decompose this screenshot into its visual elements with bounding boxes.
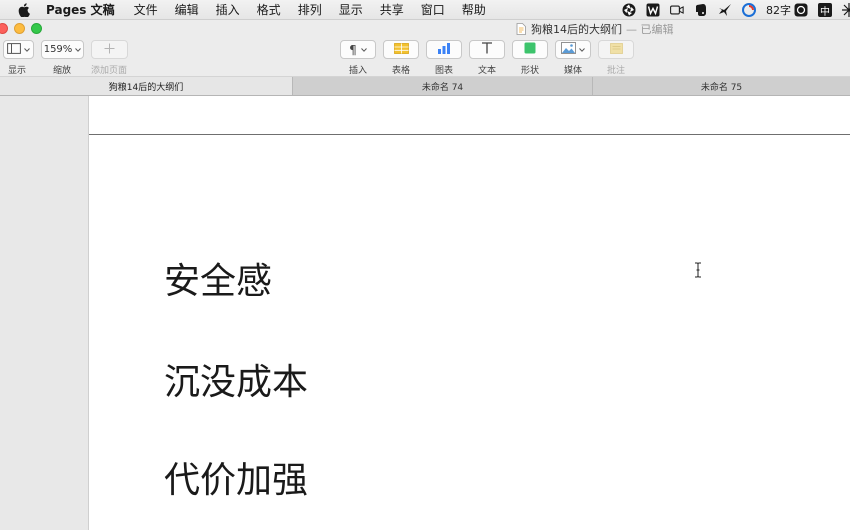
shape-button[interactable]	[512, 40, 548, 59]
chart-label: 图表	[434, 66, 454, 76]
wps-app-icon[interactable]	[646, 3, 660, 17]
shape-icon	[524, 42, 536, 57]
tab-bar: 狗粮14后的大纲们 未命名 74 未命名 75	[0, 77, 850, 96]
add-page-label: 添加页面	[90, 66, 128, 76]
text-cursor-icon	[694, 262, 702, 278]
text-icon	[481, 42, 493, 57]
tab-label: 未命名 75	[700, 82, 743, 93]
menu-insert[interactable]: 插入	[216, 1, 240, 18]
chevron-down-icon	[75, 44, 82, 55]
status-area: 82字 中	[612, 0, 850, 20]
view-label: 显示	[7, 66, 27, 76]
menu-help[interactable]: 帮助	[462, 1, 486, 18]
camera-icon[interactable]	[670, 3, 684, 17]
menu-share[interactable]: 共享	[380, 1, 404, 18]
document-heading[interactable]: 安全感	[164, 264, 272, 300]
tab-untitled-75[interactable]: 未命名 75	[593, 77, 850, 95]
media-label: 媒体	[563, 66, 583, 76]
menu-view[interactable]: 显示	[339, 1, 363, 18]
chart-button[interactable]	[426, 40, 462, 59]
sidebar-view-icon	[7, 42, 21, 57]
text-label: 文本	[477, 66, 497, 76]
page-thumbnail-sidebar[interactable]	[0, 96, 89, 530]
menu-edit[interactable]: 编辑	[175, 1, 199, 18]
table-button[interactable]	[383, 40, 419, 59]
document-page[interactable]: 安全感 沉没成本 代价加强	[89, 96, 850, 530]
apple-icon[interactable]	[16, 2, 32, 17]
insert-button[interactable]: ¶	[340, 40, 376, 59]
chevron-down-icon	[579, 44, 585, 55]
menu-app-name[interactable]: Pages 文稿	[46, 1, 115, 18]
chevron-down-icon	[24, 44, 30, 55]
add-page-button[interactable]	[91, 40, 128, 59]
comment-label: 批注	[606, 66, 626, 76]
minimize-window-button[interactable]	[14, 23, 25, 34]
image-icon	[561, 42, 576, 57]
insert-label: 插入	[348, 66, 368, 76]
media-button[interactable]	[555, 40, 591, 59]
menu-window[interactable]: 窗口	[421, 1, 445, 18]
tab-label: 狗粮14后的大纲们	[108, 82, 184, 93]
document-heading[interactable]: 沉没成本	[164, 365, 308, 401]
tab-document-outline[interactable]: 狗粮14后的大纲们	[0, 77, 293, 95]
menu-arrange[interactable]: 排列	[298, 1, 322, 18]
menu-format[interactable]: 格式	[257, 1, 281, 18]
word-count[interactable]: 82字	[766, 2, 791, 18]
screenshot-icon[interactable]	[794, 3, 808, 17]
table-icon	[393, 42, 409, 57]
zoom-label: 缩放	[52, 66, 72, 76]
table-label: 表格	[391, 66, 411, 76]
bar-chart-icon	[437, 42, 451, 57]
close-window-button[interactable]	[0, 23, 8, 34]
comment-icon	[609, 42, 623, 57]
fullscreen-window-button[interactable]	[31, 23, 42, 34]
input-method-icon[interactable]: 中	[818, 3, 832, 18]
window-title-bar: 狗粮14后的大纲们 — 已编辑	[0, 20, 850, 37]
evernote-icon[interactable]	[694, 3, 708, 17]
document-icon	[516, 23, 526, 35]
menu-bar: Pages 文稿 文件 编辑 插入 格式 排列 显示 共享 窗口 帮助 82字 …	[0, 0, 850, 20]
tab-label: 未命名 74	[421, 82, 464, 93]
view-button[interactable]	[3, 40, 34, 59]
plus-icon	[104, 43, 115, 57]
sync-icon[interactable]	[742, 3, 756, 17]
document-heading[interactable]: 代价加强	[164, 463, 308, 499]
brightness-icon[interactable]	[842, 3, 850, 17]
input-method-label: 中	[820, 6, 830, 18]
aperture-app-icon[interactable]	[622, 3, 636, 17]
toolbar: 显示 159% 缩放 添加页面 ¶ 插入 表格 图表 文本 形状 媒体 批注	[0, 37, 850, 77]
document-title[interactable]: 狗粮14后的大纲们 — 已编辑	[516, 21, 674, 37]
page-header-line	[89, 134, 850, 135]
chevron-down-icon	[360, 44, 367, 55]
menu-file[interactable]: 文件	[134, 1, 158, 18]
edited-status: — 已编辑	[626, 23, 674, 36]
document-title-text: 狗粮14后的大纲们	[531, 23, 622, 36]
shape-label: 形状	[520, 66, 540, 76]
tab-untitled-74[interactable]: 未命名 74	[293, 77, 593, 95]
paragraph-icon: ¶	[349, 42, 357, 57]
zoom-select[interactable]: 159%	[41, 40, 84, 59]
comment-button[interactable]	[598, 40, 634, 59]
text-box-button[interactable]	[469, 40, 505, 59]
bird-app-icon[interactable]	[718, 3, 732, 17]
zoom-value: 159%	[43, 44, 73, 55]
